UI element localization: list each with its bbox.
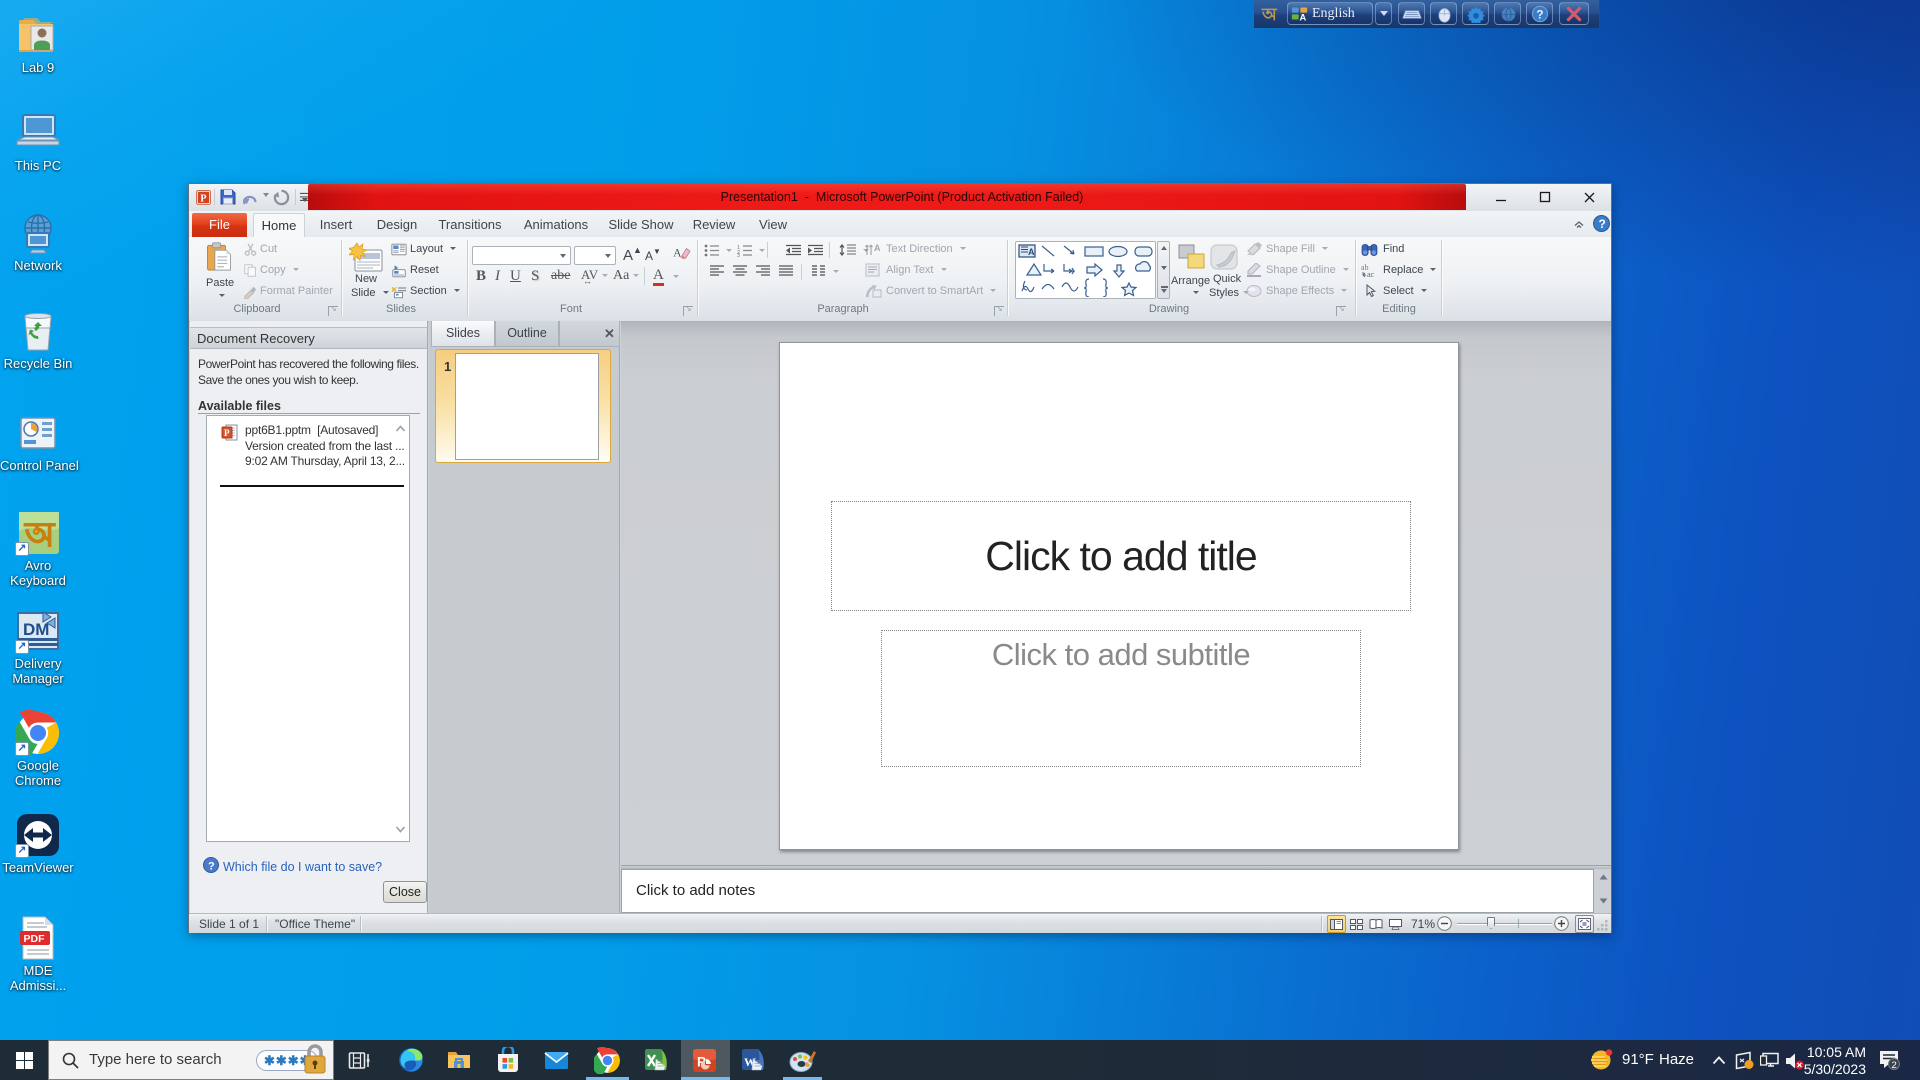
svg-text:A: A [874,243,881,253]
svg-text:2: 2 [1892,1060,1897,1070]
svg-text:DM: DM [23,620,49,639]
svg-text:A: A [1028,247,1035,257]
svg-text:?: ? [1536,9,1543,22]
svg-text:?: ? [1599,217,1606,231]
svg-text:ac: ac [1367,270,1375,278]
svg-text:P: P [200,194,206,205]
svg-text:3: 3 [737,253,740,257]
svg-text:?: ? [208,861,215,873]
svg-text:PDF: PDF [24,933,46,945]
svg-text:P: P [224,428,230,438]
svg-text:A: A [1300,12,1307,22]
svg-text:A: A [673,248,682,260]
